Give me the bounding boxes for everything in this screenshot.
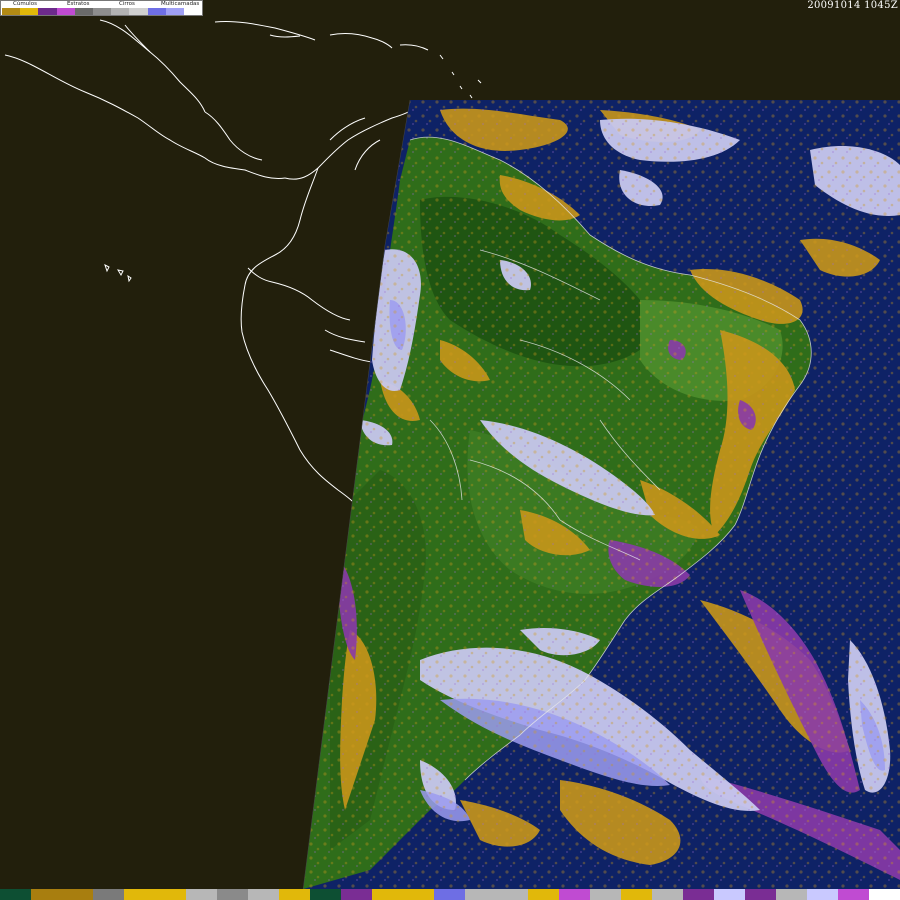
palette-swatch [713,889,745,900]
palette-swatch [620,889,652,900]
palette-swatch [124,889,156,900]
palette-swatch [310,889,342,900]
palette-swatch [62,889,94,900]
legend-swatch [20,8,39,15]
legend-swatch [129,8,148,15]
legend-swatch [183,8,203,15]
legend-swatch [147,8,166,15]
legend-swatches [2,8,203,15]
palette-swatch [558,889,590,900]
legend-swatch [56,8,75,15]
color-palette-bar [0,889,900,900]
palette-swatch [93,889,125,900]
palette-swatch [279,889,311,900]
palette-swatch [651,889,683,900]
palette-swatch [403,889,435,900]
palette-swatch [248,889,280,900]
palette-swatch [31,889,63,900]
legend-label-multicamadas: Multicamadas [161,1,200,7]
palette-swatch [775,889,807,900]
palette-swatch [589,889,621,900]
legend-swatch [38,8,57,15]
legend-swatch [2,8,21,15]
cloud-type-legend: Cúmulos Estratos Cirros Multicamadas [0,0,203,16]
timestamp: 20091014 1045Z [807,0,898,11]
palette-swatch [837,889,869,900]
legend-label-cumulos: Cúmulos [13,1,37,7]
palette-swatch [744,889,776,900]
palette-swatch [0,889,32,900]
palette-swatch [496,889,528,900]
palette-swatch [868,889,900,900]
legend-swatch [74,8,93,15]
palette-swatch [372,889,404,900]
cloud-classification-map [0,0,900,900]
palette-swatch [465,889,497,900]
palette-swatch [155,889,187,900]
legend-swatch [92,8,112,15]
palette-swatch [682,889,714,900]
palette-swatch [527,889,559,900]
legend-label-cirros: Cirros [119,1,135,7]
legend-label-estratos: Estratos [67,1,90,7]
palette-swatch [186,889,218,900]
palette-swatch [341,889,373,900]
palette-swatch [434,889,466,900]
legend-labels: Cúmulos Estratos Cirros Multicamadas [1,1,204,8]
legend-swatch [111,8,130,15]
palette-swatch [217,889,249,900]
satellite-swath [303,100,900,890]
legend-swatch [165,8,184,15]
palette-swatch [806,889,838,900]
